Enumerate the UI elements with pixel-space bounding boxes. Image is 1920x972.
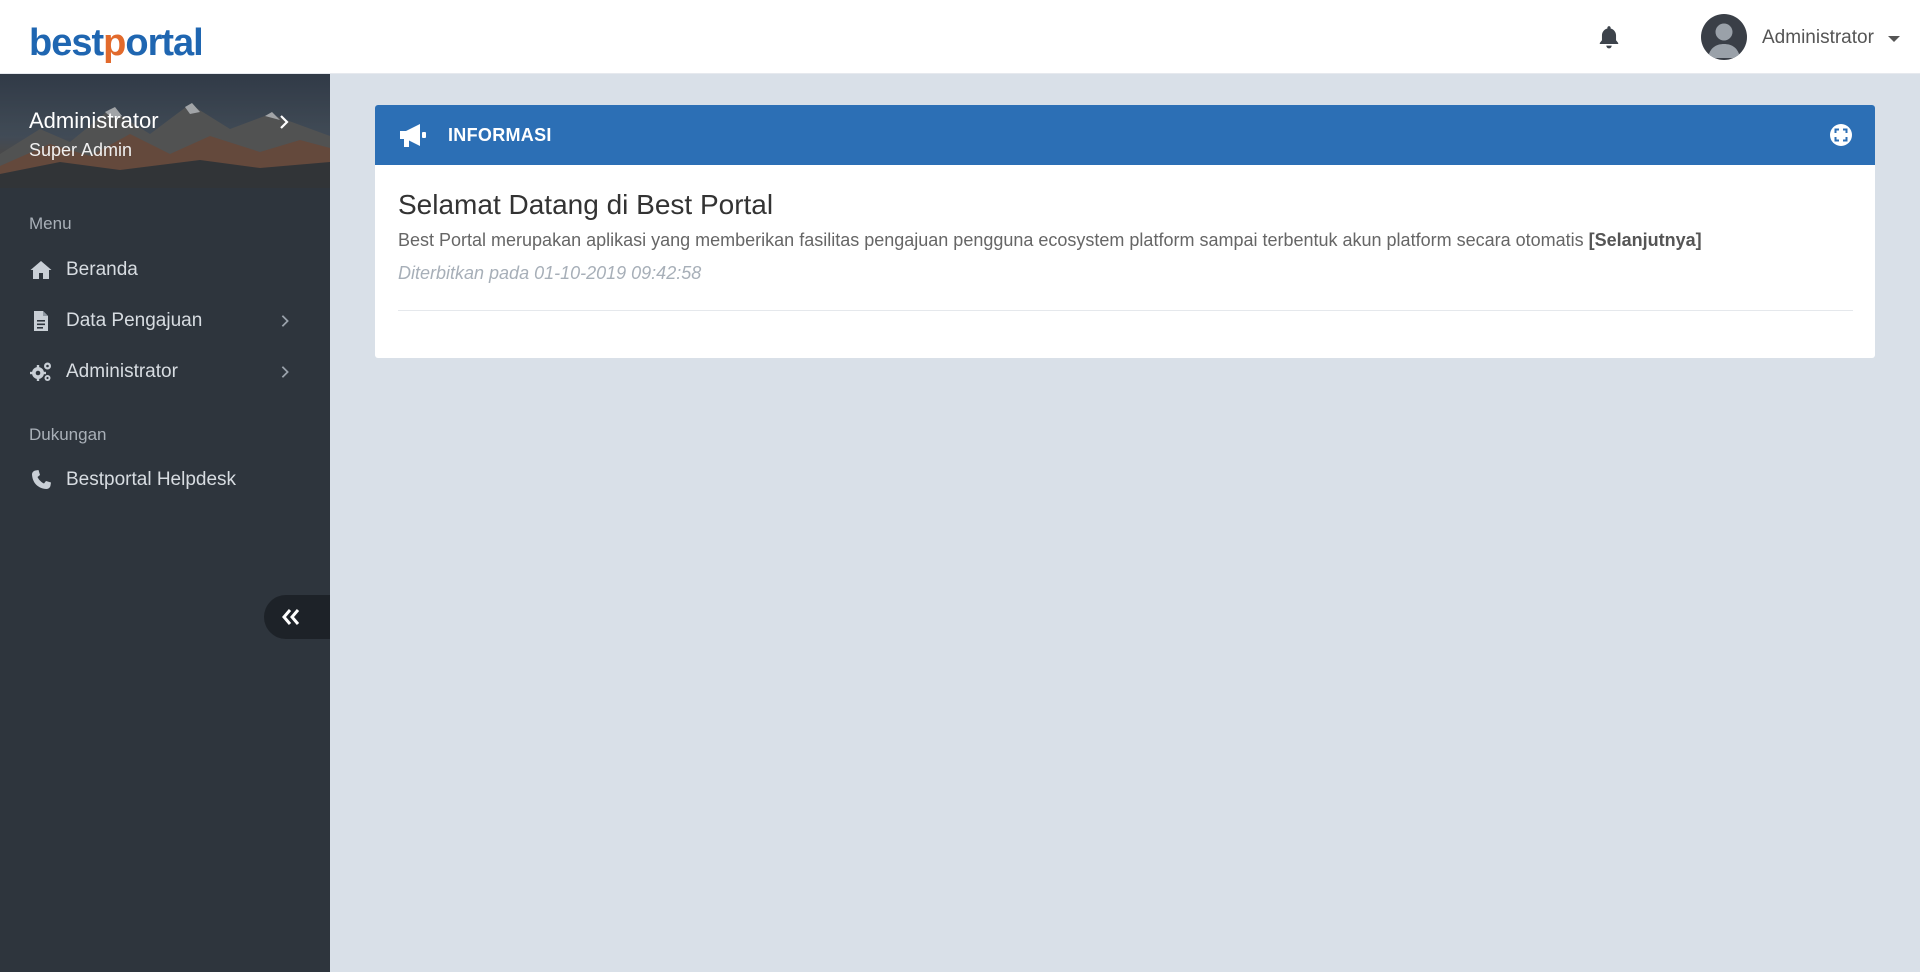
top-navbar: best p ortal Administrator bbox=[0, 0, 1920, 74]
chevron-right-icon bbox=[281, 315, 289, 327]
panel-title: INFORMASI bbox=[448, 125, 552, 145]
section-label-menu: Menu bbox=[29, 214, 72, 233]
post-published-date: Diterbitkan pada 01-10-2019 09:42:58 bbox=[398, 263, 702, 283]
divider bbox=[398, 310, 1853, 311]
sidebar-item-data-pengajuan[interactable]: Data Pengajuan bbox=[0, 298, 330, 344]
post-body-text: Best Portal merupakan aplikasi yang memb… bbox=[398, 230, 1589, 250]
sidebar-item-helpdesk[interactable]: Bestportal Helpdesk bbox=[0, 457, 330, 503]
logo-text-ortal: ortal bbox=[125, 22, 203, 64]
megaphone-icon bbox=[400, 124, 426, 147]
sidebar-item-administrator[interactable]: Administrator bbox=[0, 349, 330, 395]
profile-name: Administrator bbox=[29, 108, 159, 133]
sidebar-item-label: Beranda bbox=[66, 259, 138, 280]
post-body: Best Portal merupakan aplikasi yang memb… bbox=[398, 230, 1702, 251]
caret-down-icon[interactable] bbox=[1888, 36, 1900, 42]
logo-text-p: p bbox=[103, 22, 126, 64]
user-menu-name[interactable]: Administrator bbox=[1762, 27, 1874, 49]
bestportal-logo[interactable]: best p ortal bbox=[29, 14, 204, 64]
panel-header: INFORMASI bbox=[375, 105, 1875, 165]
user-avatar-icon[interactable] bbox=[1701, 14, 1747, 60]
sidebar-collapse-button[interactable] bbox=[264, 595, 330, 639]
sidebar-item-label: Administrator bbox=[66, 361, 178, 382]
information-panel: INFORMASI Selamat Datang di Best Portal … bbox=[375, 105, 1875, 358]
gears-icon bbox=[30, 362, 51, 381]
double-chevron-left-icon bbox=[282, 609, 300, 625]
read-more-link[interactable]: [Selanjutnya] bbox=[1589, 230, 1702, 250]
sidebar-item-label: Data Pengajuan bbox=[66, 310, 203, 331]
sidebar: Administrator Super Admin Menu Beranda D… bbox=[0, 74, 330, 972]
document-icon bbox=[34, 311, 48, 331]
profile-role: Super Admin bbox=[29, 140, 133, 160]
bell-icon[interactable] bbox=[1596, 24, 1622, 50]
post-title: Selamat Datang di Best Portal bbox=[398, 189, 774, 220]
home-icon bbox=[30, 261, 52, 279]
sidebar-item-label: Bestportal Helpdesk bbox=[66, 469, 237, 490]
expand-icon[interactable] bbox=[1829, 123, 1853, 147]
sidebar-item-beranda[interactable]: Beranda bbox=[0, 247, 330, 293]
chevron-right-icon[interactable] bbox=[276, 114, 292, 130]
phone-icon bbox=[32, 470, 51, 489]
logo-text-best: best bbox=[29, 22, 104, 64]
section-label-dukungan: Dukungan bbox=[29, 425, 107, 444]
sidebar-profile[interactable]: Administrator Super Admin bbox=[0, 74, 330, 188]
chevron-right-icon bbox=[281, 366, 289, 378]
